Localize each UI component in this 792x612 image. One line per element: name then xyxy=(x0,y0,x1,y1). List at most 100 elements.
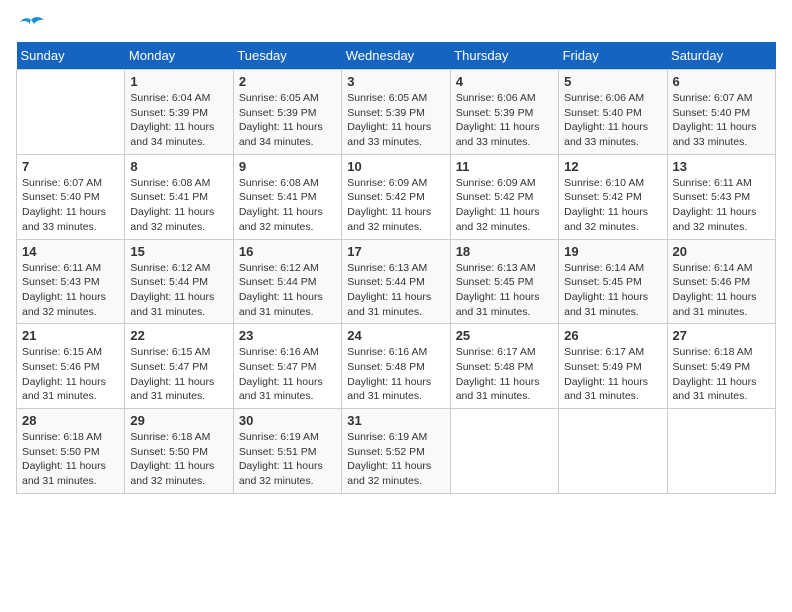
day-info: Sunrise: 6:10 AM Sunset: 5:42 PM Dayligh… xyxy=(564,176,661,235)
day-info: Sunrise: 6:19 AM Sunset: 5:51 PM Dayligh… xyxy=(239,430,336,489)
day-info: Sunrise: 6:04 AM Sunset: 5:39 PM Dayligh… xyxy=(130,91,227,150)
day-info: Sunrise: 6:13 AM Sunset: 5:45 PM Dayligh… xyxy=(456,261,553,320)
day-number: 22 xyxy=(130,328,227,343)
day-info: Sunrise: 6:08 AM Sunset: 5:41 PM Dayligh… xyxy=(130,176,227,235)
calendar-cell: 9 Sunrise: 6:08 AM Sunset: 5:41 PM Daylig… xyxy=(233,154,341,239)
day-info: Sunrise: 6:06 AM Sunset: 5:40 PM Dayligh… xyxy=(564,91,661,150)
calendar-cell: 26 Sunrise: 6:17 AM Sunset: 5:49 PM Dayli… xyxy=(559,324,667,409)
calendar-cell: 13Sunrise: 6:11 AM Sunset: 5:43 PM Dayli… xyxy=(667,154,775,239)
calendar-body: 1 Sunrise: 6:04 AM Sunset: 5:39 PM Daylig… xyxy=(17,70,776,494)
calendar-cell: 20 Sunrise: 6:14 AM Sunset: 5:46 PM Dayli… xyxy=(667,239,775,324)
day-info: Sunrise: 6:07 AM Sunset: 5:40 PM Dayligh… xyxy=(22,176,119,235)
day-number: 19 xyxy=(564,244,661,259)
day-number: 29 xyxy=(130,413,227,428)
day-number: 9 xyxy=(239,159,336,174)
day-number: 1 xyxy=(130,74,227,89)
calendar-day-header: Monday xyxy=(125,42,233,70)
day-number: 21 xyxy=(22,328,119,343)
day-number: 10 xyxy=(347,159,444,174)
calendar-cell: 21 Sunrise: 6:15 AM Sunset: 5:46 PM Dayli… xyxy=(17,324,125,409)
calendar-header: SundayMondayTuesdayWednesdayThursdayFrid… xyxy=(17,42,776,70)
calendar-cell: 14 Sunrise: 6:11 AM Sunset: 5:43 PM Dayli… xyxy=(17,239,125,324)
day-info: Sunrise: 6:12 AM Sunset: 5:44 PM Dayligh… xyxy=(239,261,336,320)
day-info: Sunrise: 6:17 AM Sunset: 5:49 PM Dayligh… xyxy=(564,345,661,404)
calendar-week-row: 28 Sunrise: 6:18 AM Sunset: 5:50 PM Dayli… xyxy=(17,409,776,494)
day-number: 4 xyxy=(456,74,553,89)
day-info: Sunrise: 6:17 AM Sunset: 5:48 PM Dayligh… xyxy=(456,345,553,404)
day-number: 20 xyxy=(673,244,770,259)
day-info: Sunrise: 6:13 AM Sunset: 5:44 PM Dayligh… xyxy=(347,261,444,320)
day-number: 8 xyxy=(130,159,227,174)
day-info: Sunrise: 6:09 AM Sunset: 5:42 PM Dayligh… xyxy=(456,176,553,235)
day-info: Sunrise: 6:12 AM Sunset: 5:44 PM Dayligh… xyxy=(130,261,227,320)
calendar-cell: 5 Sunrise: 6:06 AM Sunset: 5:40 PM Daylig… xyxy=(559,70,667,155)
calendar-cell xyxy=(667,409,775,494)
day-info: Sunrise: 6:07 AM Sunset: 5:40 PM Dayligh… xyxy=(673,91,770,150)
day-info: Sunrise: 6:11 AM Sunset: 5:43 PM Dayligh… xyxy=(22,261,119,320)
calendar-cell: 27 Sunrise: 6:18 AM Sunset: 5:49 PM Dayli… xyxy=(667,324,775,409)
calendar-cell: 22 Sunrise: 6:15 AM Sunset: 5:47 PM Dayli… xyxy=(125,324,233,409)
calendar-week-row: 14 Sunrise: 6:11 AM Sunset: 5:43 PM Dayli… xyxy=(17,239,776,324)
day-number: 2 xyxy=(239,74,336,89)
day-info: Sunrise: 6:16 AM Sunset: 5:47 PM Dayligh… xyxy=(239,345,336,404)
day-number: 13 xyxy=(673,159,770,174)
day-number: 25 xyxy=(456,328,553,343)
calendar-cell: 29 Sunrise: 6:18 AM Sunset: 5:50 PM Dayli… xyxy=(125,409,233,494)
calendar-cell: 10 Sunrise: 6:09 AM Sunset: 5:42 PM Dayli… xyxy=(342,154,450,239)
calendar-week-row: 1 Sunrise: 6:04 AM Sunset: 5:39 PM Daylig… xyxy=(17,70,776,155)
calendar-cell xyxy=(559,409,667,494)
day-info: Sunrise: 6:08 AM Sunset: 5:41 PM Dayligh… xyxy=(239,176,336,235)
calendar-cell: 25 Sunrise: 6:17 AM Sunset: 5:48 PM Dayli… xyxy=(450,324,558,409)
calendar-cell: 18Sunrise: 6:13 AM Sunset: 5:45 PM Dayli… xyxy=(450,239,558,324)
calendar-day-header: Friday xyxy=(559,42,667,70)
day-info: Sunrise: 6:06 AM Sunset: 5:39 PM Dayligh… xyxy=(456,91,553,150)
day-number: 14 xyxy=(22,244,119,259)
calendar-cell: 31Sunrise: 6:19 AM Sunset: 5:52 PM Dayli… xyxy=(342,409,450,494)
day-number: 26 xyxy=(564,328,661,343)
logo-bird-icon xyxy=(18,16,44,36)
day-number: 17 xyxy=(347,244,444,259)
calendar-cell: 16Sunrise: 6:12 AM Sunset: 5:44 PM Dayli… xyxy=(233,239,341,324)
calendar-week-row: 21 Sunrise: 6:15 AM Sunset: 5:46 PM Dayli… xyxy=(17,324,776,409)
calendar-cell: 30 Sunrise: 6:19 AM Sunset: 5:51 PM Dayli… xyxy=(233,409,341,494)
day-number: 3 xyxy=(347,74,444,89)
calendar-day-header: Tuesday xyxy=(233,42,341,70)
day-number: 31 xyxy=(347,413,444,428)
day-number: 11 xyxy=(456,159,553,174)
day-info: Sunrise: 6:14 AM Sunset: 5:46 PM Dayligh… xyxy=(673,261,770,320)
day-info: Sunrise: 6:05 AM Sunset: 5:39 PM Dayligh… xyxy=(239,91,336,150)
calendar-cell: 19Sunrise: 6:14 AM Sunset: 5:45 PM Dayli… xyxy=(559,239,667,324)
day-info: Sunrise: 6:09 AM Sunset: 5:42 PM Dayligh… xyxy=(347,176,444,235)
day-number: 27 xyxy=(673,328,770,343)
calendar-cell: 28 Sunrise: 6:18 AM Sunset: 5:50 PM Dayli… xyxy=(17,409,125,494)
day-info: Sunrise: 6:15 AM Sunset: 5:46 PM Dayligh… xyxy=(22,345,119,404)
calendar-cell: 11 Sunrise: 6:09 AM Sunset: 5:42 PM Dayli… xyxy=(450,154,558,239)
day-number: 5 xyxy=(564,74,661,89)
day-info: Sunrise: 6:16 AM Sunset: 5:48 PM Dayligh… xyxy=(347,345,444,404)
page-header xyxy=(16,16,776,32)
calendar-cell: 8 Sunrise: 6:08 AM Sunset: 5:41 PM Daylig… xyxy=(125,154,233,239)
calendar-cell: 15 Sunrise: 6:12 AM Sunset: 5:44 PM Dayli… xyxy=(125,239,233,324)
calendar-cell: 6 Sunrise: 6:07 AM Sunset: 5:40 PM Daylig… xyxy=(667,70,775,155)
calendar-cell xyxy=(450,409,558,494)
calendar-cell: 12 Sunrise: 6:10 AM Sunset: 5:42 PM Dayli… xyxy=(559,154,667,239)
day-info: Sunrise: 6:15 AM Sunset: 5:47 PM Dayligh… xyxy=(130,345,227,404)
day-number: 30 xyxy=(239,413,336,428)
day-info: Sunrise: 6:18 AM Sunset: 5:50 PM Dayligh… xyxy=(130,430,227,489)
day-number: 15 xyxy=(130,244,227,259)
calendar-cell: 3Sunrise: 6:05 AM Sunset: 5:39 PM Daylig… xyxy=(342,70,450,155)
calendar-cell: 17 Sunrise: 6:13 AM Sunset: 5:44 PM Dayli… xyxy=(342,239,450,324)
calendar-table: SundayMondayTuesdayWednesdayThursdayFrid… xyxy=(16,42,776,494)
calendar-day-header: Sunday xyxy=(17,42,125,70)
day-number: 12 xyxy=(564,159,661,174)
day-number: 24 xyxy=(347,328,444,343)
day-info: Sunrise: 6:18 AM Sunset: 5:49 PM Dayligh… xyxy=(673,345,770,404)
calendar-cell xyxy=(17,70,125,155)
day-info: Sunrise: 6:18 AM Sunset: 5:50 PM Dayligh… xyxy=(22,430,119,489)
calendar-cell: 4 Sunrise: 6:06 AM Sunset: 5:39 PM Daylig… xyxy=(450,70,558,155)
day-number: 23 xyxy=(239,328,336,343)
day-number: 28 xyxy=(22,413,119,428)
calendar-cell: 1 Sunrise: 6:04 AM Sunset: 5:39 PM Daylig… xyxy=(125,70,233,155)
calendar-day-header: Thursday xyxy=(450,42,558,70)
day-number: 6 xyxy=(673,74,770,89)
